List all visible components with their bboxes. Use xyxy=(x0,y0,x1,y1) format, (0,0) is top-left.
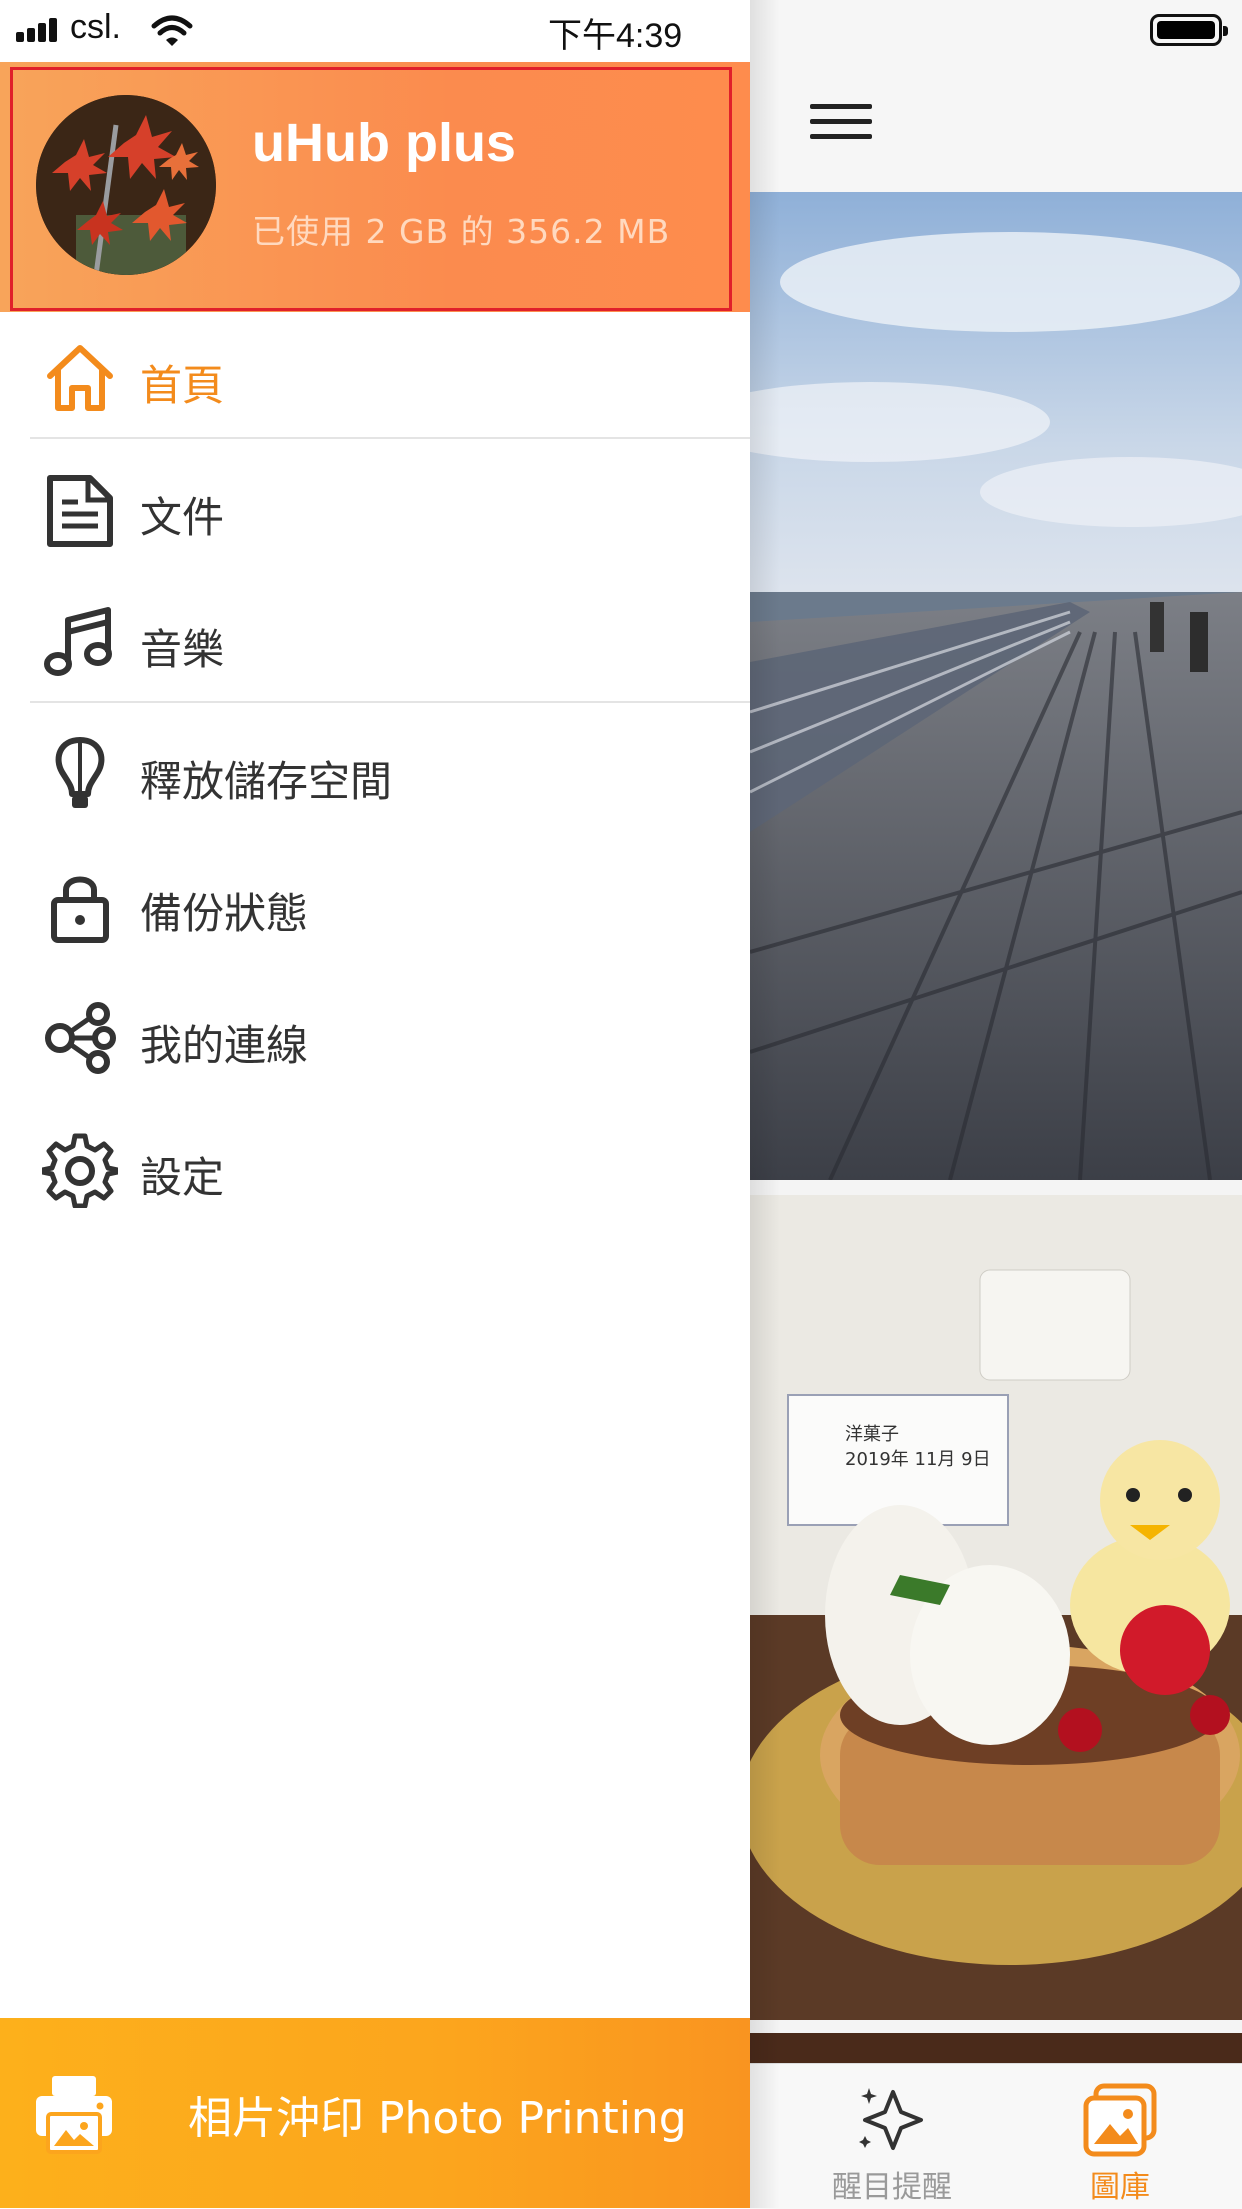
tab-gallery-label: 圖庫 xyxy=(1090,2170,1150,2205)
header-highlight-box xyxy=(10,67,732,311)
photo-thumbnail-pier[interactable] xyxy=(750,192,1242,1180)
home-icon xyxy=(47,345,113,411)
bottom-tab-bar: 醒目提醒 圖庫 xyxy=(750,2063,1242,2209)
navigation-drawer: csl. 下午4:39 uHub plus 已使用 2 GB 的 356.2 M… xyxy=(0,0,750,2208)
battery-icon xyxy=(1150,14,1228,46)
cake-label-date: 2019年 11月 9日 xyxy=(845,1449,991,1470)
printer-icon xyxy=(36,2076,112,2154)
music-note-icon xyxy=(44,607,112,676)
tab-gallery[interactable]: 圖庫 xyxy=(1030,2076,1210,2206)
menu-label-my-connections: 我的連線 xyxy=(140,1021,309,1070)
menu-item-free-storage[interactable]: 釋放儲存空間 xyxy=(0,708,750,840)
tab-highlights[interactable]: 醒目提醒 xyxy=(802,2076,982,2206)
menu-label-settings: 設定 xyxy=(140,1153,225,1202)
photo-thumbnail-cake[interactable]: 洋菓子 2019年 11月 9日 xyxy=(750,1195,1242,2020)
carrier-name: csl. xyxy=(70,8,121,46)
menu-divider xyxy=(30,437,750,439)
menu-label-backup-status: 備份狀態 xyxy=(140,889,309,938)
tab-highlights-label: 醒目提醒 xyxy=(832,2170,952,2205)
photo-printing-label: 相片沖印 Photo Printing xyxy=(188,2093,687,2144)
connection-nodes-icon xyxy=(45,1002,116,1074)
menu-item-my-connections[interactable]: 我的連線 xyxy=(0,972,750,1104)
cake-label-name: 洋菓子 xyxy=(845,1424,899,1445)
menu-label-documents: 文件 xyxy=(140,493,225,542)
cellular-signal-icon xyxy=(16,18,60,42)
photo-thumbnail-partial[interactable] xyxy=(750,2033,1242,2063)
menu-item-home[interactable]: 首頁 xyxy=(0,312,750,444)
wifi-icon xyxy=(151,15,193,46)
menu-label-home: 首頁 xyxy=(140,361,225,410)
drawer-status-bar: csl. 下午4:39 xyxy=(0,0,750,62)
lightbulb-icon xyxy=(55,737,105,808)
sparkle-icon xyxy=(859,2088,923,2150)
menu-item-backup-status[interactable]: 備份狀態 xyxy=(0,840,750,972)
hamburger-menu-icon[interactable] xyxy=(810,104,872,148)
menu-label-music: 音樂 xyxy=(140,625,225,674)
gear-icon xyxy=(42,1133,118,1208)
photo-printing-button[interactable]: 相片沖印 Photo Printing xyxy=(0,2018,750,2208)
gallery-icon xyxy=(1083,2083,1157,2157)
menu-item-settings[interactable]: 設定 xyxy=(0,1104,750,1236)
menu-divider xyxy=(30,701,750,703)
lock-icon xyxy=(51,876,109,943)
status-time: 下午4:39 xyxy=(548,17,683,55)
menu-item-documents[interactable]: 文件 xyxy=(0,444,750,576)
menu-item-music[interactable]: 音樂 xyxy=(0,576,750,708)
document-icon xyxy=(47,475,113,547)
menu-label-free-storage: 釋放儲存空間 xyxy=(140,757,393,806)
